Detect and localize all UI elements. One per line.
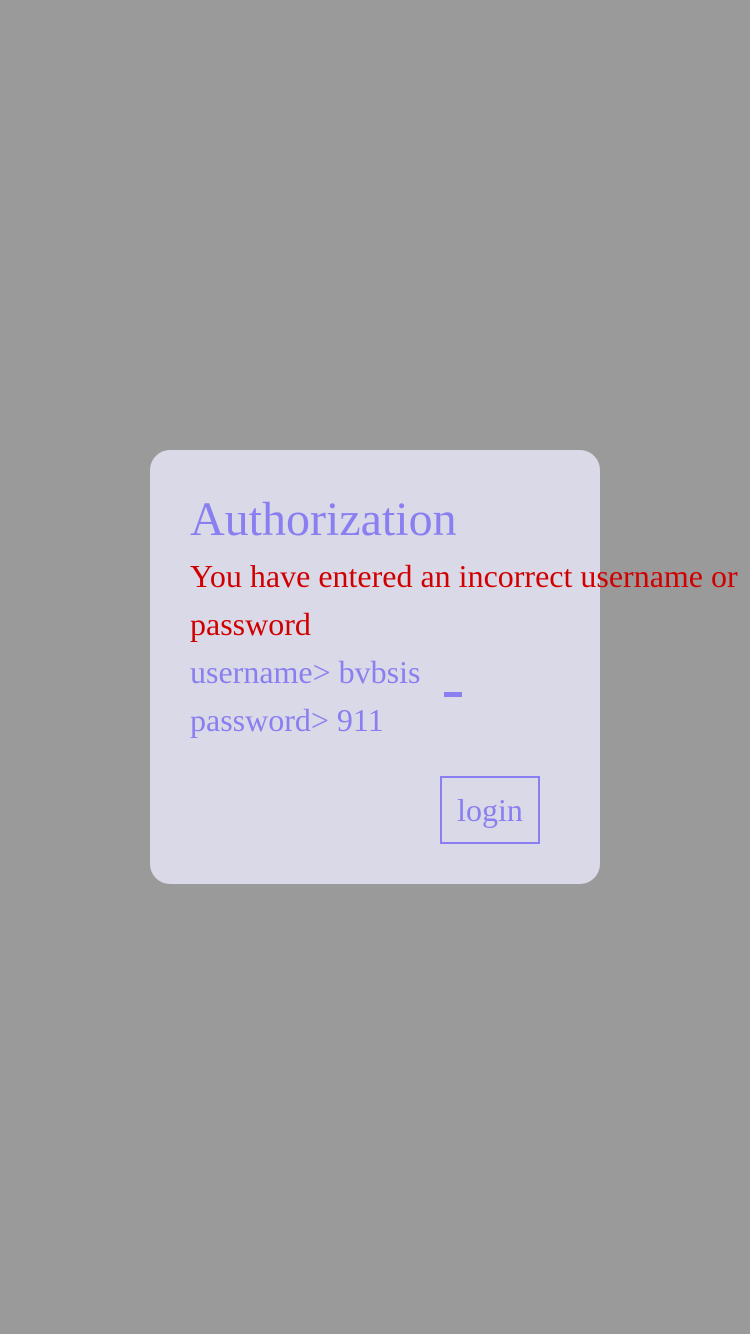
username-prompt: username> <box>190 654 339 690</box>
text-cursor <box>444 692 462 697</box>
error-message: You have entered an incorrect username o… <box>190 558 738 642</box>
password-prompt: password> <box>190 702 337 738</box>
authorization-dialog: Authorization You have entered an incorr… <box>150 450 738 884</box>
username-value: bvbsis <box>338 654 421 690</box>
password-value: 911 <box>336 702 384 738</box>
dialog-title: Authorization <box>190 493 457 546</box>
username-field[interactable]: username> bvbsis <box>190 648 420 696</box>
password-field[interactable]: password> 911 <box>190 696 384 744</box>
login-button[interactable]: login <box>440 776 540 844</box>
